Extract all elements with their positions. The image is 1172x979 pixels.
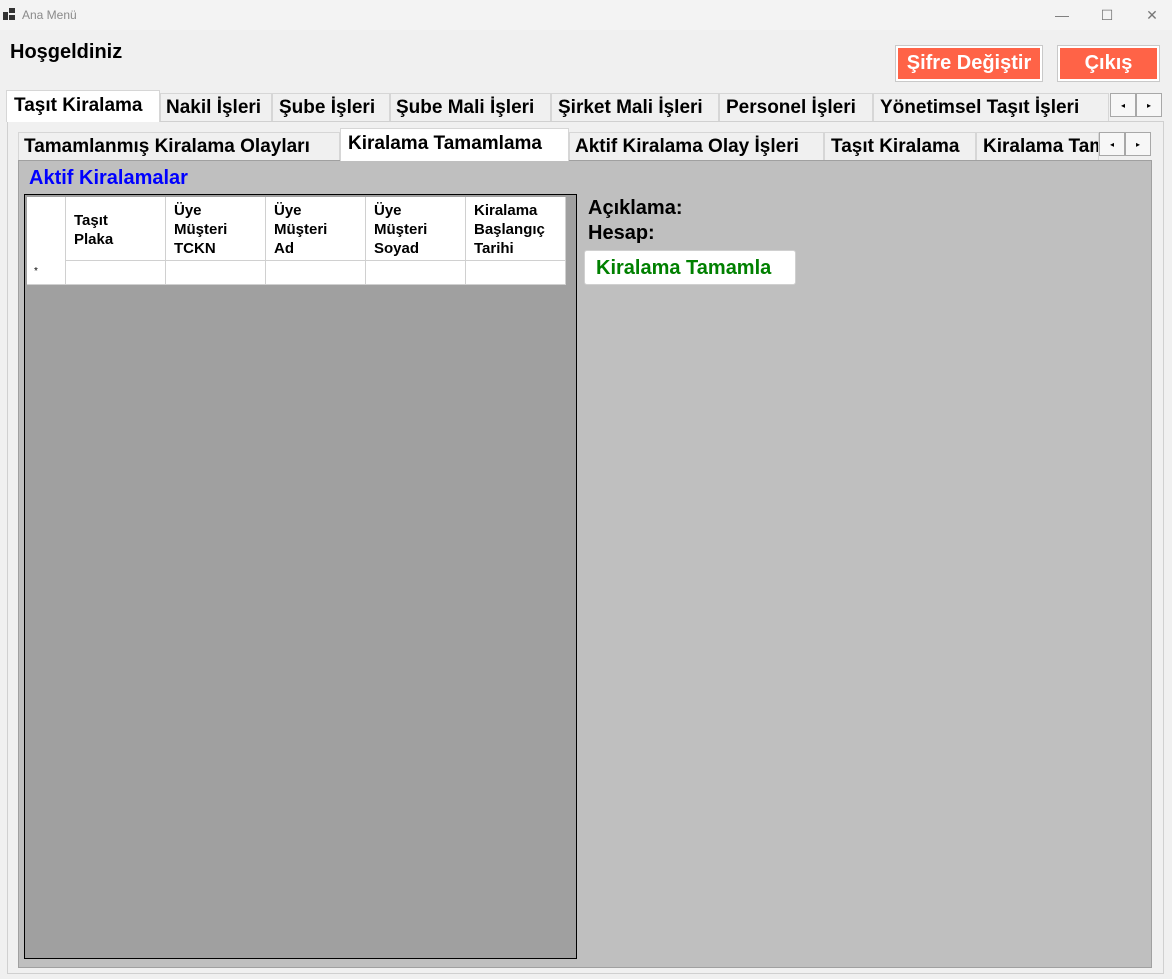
- window-title: Ana Menü: [22, 8, 77, 22]
- column-header-line: Başlangıç: [474, 221, 545, 238]
- tab-kiralama-tamamlama-sub[interactable]: Kiralama Tamamlama: [976, 132, 1099, 160]
- exit-button[interactable]: Çıkış: [1057, 45, 1160, 82]
- column-header-tasit-plaka[interactable]: Taşıt Plaka: [66, 197, 166, 261]
- new-row-cell-tasit-plaka[interactable]: [66, 261, 166, 285]
- column-header-uye-musteri-ad[interactable]: Üye Müşteri Ad: [266, 197, 366, 261]
- app-icon: [3, 8, 15, 20]
- column-header-kiralama-baslangic-tarihi[interactable]: Kiralama Başlangıç Tarihi: [466, 197, 566, 261]
- active-rentals-grid[interactable]: Taşıt Plaka Üye Müşteri TCKN Üye Müşteri…: [24, 194, 577, 959]
- tab-tamamlanmis-kiralama-olaylari[interactable]: Tamamlanmış Kiralama Olayları: [18, 132, 340, 160]
- tab-tasit-kiralama-sub[interactable]: Taşıt Kiralama: [824, 132, 976, 160]
- tab-yonetimsel-tasit-isleri[interactable]: Yönetimsel Taşıt İşleri: [873, 93, 1109, 121]
- column-header-line: Üye: [374, 202, 402, 219]
- sub-tabs-scroll-left-button[interactable]: ◂: [1099, 132, 1125, 156]
- complete-rental-button[interactable]: Kiralama Tamamla: [584, 250, 796, 285]
- arrow-left-icon: ◂: [1120, 100, 1125, 110]
- tab-kiralama-tamamlama[interactable]: Kiralama Tamamlama: [340, 128, 569, 161]
- main-tabs-scroll-left-button[interactable]: ◂: [1110, 93, 1136, 117]
- arrow-right-icon: ▸: [1135, 139, 1140, 149]
- account-label: Hesap:: [588, 222, 655, 244]
- new-row-marker[interactable]: *: [27, 261, 66, 285]
- column-header-line: Taşıt: [74, 212, 108, 229]
- tab-sube-isleri[interactable]: Şube İşleri: [272, 93, 390, 121]
- column-header-line: Kiralama: [474, 202, 538, 219]
- column-header-line: Müşteri: [174, 221, 228, 238]
- arrow-right-icon: ▸: [1146, 100, 1151, 110]
- column-header-line: Üye: [174, 202, 202, 219]
- close-button[interactable]: ✕: [1129, 0, 1172, 30]
- tab-aktif-kiralama-olay-isleri[interactable]: Aktif Kiralama Olay İşleri: [569, 132, 824, 160]
- column-header-uye-musteri-soyad[interactable]: Üye Müşteri Soyad: [366, 197, 466, 261]
- column-header-line: Tarihi: [474, 240, 514, 257]
- new-row-cell-soyad[interactable]: [366, 261, 466, 285]
- arrow-left-icon: ◂: [1109, 139, 1114, 149]
- column-header-line: TCKN: [174, 240, 216, 257]
- column-header-line: Plaka: [74, 231, 114, 248]
- tab-sirket-mali-isleri[interactable]: Şirket Mali İşleri: [551, 93, 719, 121]
- sub-tabs-scroll-right-button[interactable]: ▸: [1125, 132, 1151, 156]
- column-header-line: Ad: [274, 240, 294, 257]
- grid-corner-header[interactable]: [27, 197, 66, 261]
- tab-tasit-kiralama[interactable]: Taşıt Kiralama: [6, 90, 160, 122]
- window-titlebar: Ana Menü — ☐ ✕: [0, 0, 1172, 30]
- maximize-button[interactable]: ☐: [1084, 0, 1130, 30]
- column-header-line: Müşteri: [374, 221, 428, 238]
- new-row-cell-ad[interactable]: [266, 261, 366, 285]
- column-header-line: Müşteri: [274, 221, 328, 238]
- column-header-uye-musteri-tckn[interactable]: Üye Müşteri TCKN: [166, 197, 266, 261]
- column-header-line: Soyad: [374, 240, 420, 257]
- tab-nakil-isleri[interactable]: Nakil İşleri: [160, 93, 272, 121]
- main-tabs-scroll-right-button[interactable]: ▸: [1136, 93, 1162, 117]
- new-row-cell-tckn[interactable]: [166, 261, 266, 285]
- minimize-button[interactable]: —: [1039, 0, 1085, 30]
- change-password-button[interactable]: Şifre Değiştir: [895, 45, 1043, 82]
- welcome-label: Hoşgeldiniz: [10, 41, 123, 63]
- description-label: Açıklama:: [588, 197, 683, 219]
- tab-personel-isleri[interactable]: Personel İşleri: [719, 93, 873, 121]
- active-rentals-title: Aktif Kiralamalar: [29, 167, 188, 189]
- tab-sube-mali-isleri[interactable]: Şube Mali İşleri: [390, 93, 551, 121]
- column-header-line: Üye: [274, 202, 302, 219]
- new-row-cell-baslangic-tarihi[interactable]: [466, 261, 566, 285]
